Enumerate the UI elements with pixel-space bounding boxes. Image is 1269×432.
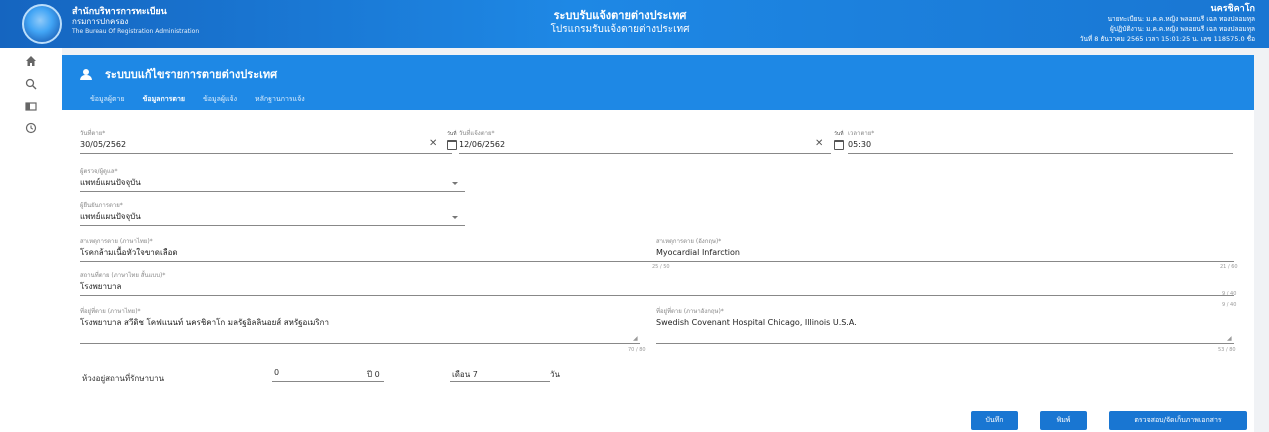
system-title: ระบบรับแจ้งตายต่างประเทศ โปรแกรมรับแจ้งต… <box>470 9 770 37</box>
duration-years-value[interactable]: 0 <box>274 368 279 377</box>
side-rail <box>0 48 62 432</box>
panel-title: ระบบบแก้ไขรายการตายต่างประเทศ <box>80 65 277 83</box>
place-short-label: สถานที่ตาย (ภาษาไทย สั้นแบบ)* <box>80 272 166 279</box>
chevron-down-icon <box>452 216 458 219</box>
tab-death-info[interactable]: ข้อมูลการตาย <box>140 91 187 112</box>
cause-en-underline <box>656 261 1234 262</box>
place-short-counter: 9 / 40 <box>1222 291 1237 297</box>
place-th-underline <box>80 343 640 344</box>
report-date-underline <box>459 153 831 154</box>
death-type-underline <box>80 191 465 192</box>
cause-th-counter: 25 / 50 <box>652 264 670 270</box>
clear-death-time-icon[interactable]: ✕ <box>815 138 823 149</box>
verify-documents-button[interactable]: ตรวจสอบ/จัดเก็บภาพเอกสาร <box>1109 411 1247 430</box>
death-time-calendar-icon[interactable] <box>834 140 844 150</box>
user-name: นครชิคาโก <box>1210 4 1255 14</box>
cause-th-underline <box>80 261 670 262</box>
place-en-underline <box>656 343 1234 344</box>
place-en-value: Swedish Covenant Hospital Chicago, Illin… <box>656 318 857 327</box>
duration-label: ห้วงอยู่สถานที่รักษาบาน <box>82 374 165 383</box>
tab-deceased-info[interactable]: ข้อมูลผู้ตาย <box>88 91 127 112</box>
death-date-value: 30/05/2562 <box>80 140 127 149</box>
death-time-label: เวลาตาย* <box>848 130 875 137</box>
cause-th-label: สาเหตุการตาย (ภาษาไทย)* <box>80 238 153 245</box>
report-date-label: วันที่แจ้งตาย* <box>459 130 495 137</box>
place-en-textarea[interactable]: ที่อยู่ที่ตาย (ภาษาอังกฤษ)* Swedish Cove… <box>656 308 1234 344</box>
place-short-underline <box>80 295 1234 296</box>
death-time-underline <box>848 153 1233 154</box>
clear-report-date-icon[interactable]: ✕ <box>429 138 437 149</box>
report-date-cal-caption: วันที่ <box>447 131 457 137</box>
org-line1: สำนักบริหารการทะเบียน <box>72 7 167 17</box>
place-th-counter: 70 / 80 <box>628 347 646 353</box>
resize-handle-icon[interactable]: ◢ <box>1227 335 1232 342</box>
panel-title-text: ระบบบแก้ไขรายการตายต่างประเทศ <box>105 68 278 81</box>
death-date-label: วันที่ตาย* <box>80 130 106 137</box>
cause-en-input[interactable]: สาเหตุการตาย (อังกฤษ)* Myocardial Infarc… <box>656 238 1234 262</box>
app-header: สำนักบริหารการทะเบียน กรมการปกครอง The B… <box>0 0 1269 48</box>
cause-th-value: โรคกล้ามเนื้อหัวใจขาดเลือด <box>80 248 178 257</box>
resize-handle-icon[interactable]: ◢ <box>633 335 638 342</box>
user-operator: ผู้ปฏิบัติงาน: ม.ค.ค.หญิง พลอยนรี เฉล ทอ… <box>1109 25 1255 33</box>
certifier-underline <box>80 225 465 226</box>
cause-en-value: Myocardial Infarction <box>656 248 740 257</box>
tab-evidence[interactable]: หลักฐานการแจ้ง <box>253 91 307 112</box>
place-short-input[interactable]: สถานที่ตาย (ภาษาไทย สั้นแบบ)* โรงพยาบาล <box>80 272 1234 296</box>
duration-years-underline <box>272 381 384 382</box>
save-button[interactable]: บันทึก <box>971 411 1018 430</box>
system-title-line2: โปรแกรมรับแจ้งตายต่างประเทศ <box>550 24 690 35</box>
death-time-cal-caption: วันที่ <box>834 131 844 137</box>
print-button[interactable]: พิมพ์ <box>1040 411 1087 430</box>
search-icon[interactable] <box>24 78 38 92</box>
death-type-label: ผู้ตรวจ/ผู้ดูแล* <box>80 168 118 175</box>
history-icon[interactable] <box>24 122 38 136</box>
chevron-down-icon <box>452 182 458 185</box>
certifier-select[interactable]: ผู้ยืนยันการตาย* แพทย์แผนปัจจุบัน <box>80 202 465 226</box>
tab-informant-info[interactable]: ข้อมูลผู้แจ้ง <box>201 91 239 112</box>
org-line3: The Bureau Of Registration Administratio… <box>72 28 200 35</box>
duration-months-label[interactable]: เดือน 7 <box>452 368 478 381</box>
user-info: นครชิคาโก นายทะเบียน: ม.ค.ค.หญิง พลอยนรี… <box>1080 4 1255 44</box>
place-th-textarea[interactable]: ที่อยู่ที่ตาย (ภาษาไทย)* โรงพยาบาล สวีดิ… <box>80 308 640 344</box>
report-date-field[interactable]: วันที่แจ้งตาย* 12/06/2562 <box>459 130 831 154</box>
action-bar: บันทึก พิมพ์ ตรวจสอบ/จัดเก็บภาพเอกสาร <box>62 408 1254 432</box>
cause-en-counter: 21 / 60 <box>1220 264 1238 270</box>
org-name: สำนักบริหารการทะเบียน กรมการปกครอง The B… <box>72 7 199 37</box>
org-line2: กรมการปกครอง <box>72 17 129 26</box>
cause-en-label: สาเหตุการตาย (อังกฤษ)* <box>656 238 722 245</box>
duration-days-unit: วัน <box>550 370 560 379</box>
place-en-label: ที่อยู่ที่ตาย (ภาษาอังกฤษ)* <box>656 308 724 315</box>
place-th-label: ที่อยู่ที่ตาย (ภาษาไทย)* <box>80 308 141 315</box>
user-registrar: นายทะเบียน: ม.ค.ค.หญิง พลอยนรี เฉล ทองปล… <box>1107 15 1255 23</box>
department-logo <box>22 4 62 44</box>
report-date-calendar-icon[interactable] <box>447 140 457 150</box>
certifier-value: แพทย์แผนปัจจุบัน <box>80 212 141 221</box>
place-th-value: โรงพยาบาล สวีดิช โคฟแนนท์ นครชิคาโก มลรั… <box>80 318 330 327</box>
death-type-select[interactable]: ผู้ตรวจ/ผู้ดูแล* แพทย์แผนปัจจุบัน <box>80 168 465 192</box>
card-icon[interactable] <box>24 100 38 114</box>
place-en-counter: 53 / 80 <box>1218 347 1236 353</box>
duration-months-underline <box>450 381 550 382</box>
death-date-field[interactable]: วันที่ตาย* 30/05/2562 <box>80 130 452 154</box>
user-session: วันที่ 8 ธันวาคม 2565 เวลา 15:01:25 น. เ… <box>1079 35 1255 43</box>
death-time-field[interactable]: เวลาตาย* 05:30 <box>848 130 1233 154</box>
person-edit-icon <box>80 68 93 80</box>
death-info-form: วันที่ตาย* 30/05/2562 ✕ วันที่ วันที่แจ้… <box>62 110 1254 408</box>
tab-bar: ข้อมูลผู้ตาย ข้อมูลการตาย ข้อมูลผู้แจ้ง … <box>88 91 307 112</box>
report-date-value: 12/06/2562 <box>459 140 506 149</box>
place-short-value: โรงพยาบาล <box>80 282 122 291</box>
home-icon[interactable] <box>24 55 38 69</box>
system-title-line1: ระบบรับแจ้งตายต่างประเทศ <box>553 9 687 22</box>
cause-th-input[interactable]: สาเหตุการตาย (ภาษาไทย)* โรคกล้ามเนื้อหัว… <box>80 238 670 262</box>
certifier-label: ผู้ยืนยันการตาย* <box>80 202 123 209</box>
death-type-value: แพทย์แผนปัจจุบัน <box>80 178 141 187</box>
panel-header: ระบบบแก้ไขรายการตายต่างประเทศ ข้อมูลผู้ต… <box>62 55 1254 112</box>
duration-years-unit: ปี 0 <box>367 370 380 379</box>
death-date-underline <box>80 153 452 154</box>
death-time-value: 05:30 <box>848 140 872 149</box>
